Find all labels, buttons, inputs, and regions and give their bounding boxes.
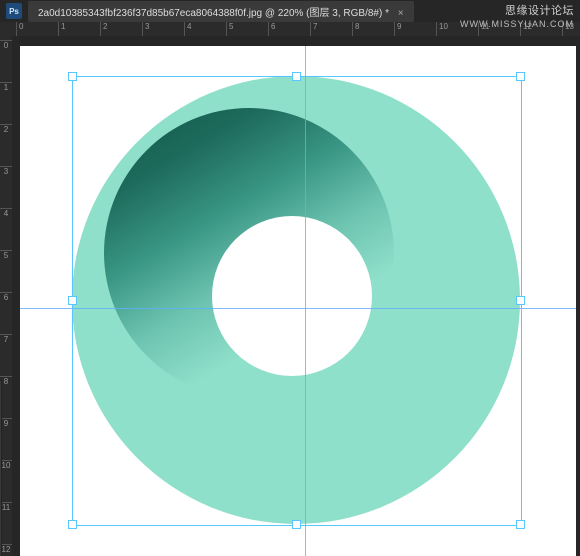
ruler-v-tick: 6 <box>0 292 12 302</box>
ruler-v-tick: 4 <box>0 208 12 218</box>
transform-handle[interactable] <box>516 72 525 81</box>
watermark-line2: WWW.MISSYUAN.COM <box>460 19 574 29</box>
ruler-v-tick: 1 <box>0 82 12 92</box>
app-root: 思缘设计论坛 WWW.MISSYUAN.COM Ps 2a0d10385343f… <box>0 0 580 556</box>
watermark: 思缘设计论坛 WWW.MISSYUAN.COM <box>460 2 574 29</box>
ruler-h-tick: 5 <box>226 22 233 36</box>
transform-handle[interactable] <box>68 296 77 305</box>
ruler-v-tick: 5 <box>0 250 12 260</box>
transform-handle[interactable] <box>516 520 525 529</box>
ruler-v-tick: 3 <box>0 166 12 176</box>
ruler-h-tick: 7 <box>310 22 317 36</box>
ruler-h-tick: 2 <box>100 22 107 36</box>
transform-handle[interactable] <box>516 296 525 305</box>
ruler-h-tick: 3 <box>142 22 149 36</box>
canvas-viewport[interactable] <box>12 36 580 556</box>
document-tab-bar: Ps 2a0d10385343fbf236f37d85b67eca8064388… <box>0 0 414 22</box>
guide-horizontal[interactable] <box>20 308 576 309</box>
ruler-v-tick: 7 <box>0 334 12 344</box>
ruler-v-tick: 0 <box>0 40 12 50</box>
ruler-h-tick: 1 <box>58 22 65 36</box>
ruler-h-tick: 4 <box>184 22 191 36</box>
document-title: 2a0d10385343fbf236f37d85b67eca8064388f0f… <box>38 8 389 19</box>
artwork-hole <box>224 228 368 372</box>
document-canvas[interactable] <box>20 46 576 556</box>
ruler-h-tick: 9 <box>394 22 401 36</box>
ruler-h-tick: 10 <box>436 22 448 36</box>
close-icon[interactable]: × <box>398 8 404 19</box>
ruler-h-tick: 0 <box>16 22 23 36</box>
panel-dock-stub <box>0 380 2 556</box>
ruler-h-tick: 8 <box>352 22 359 36</box>
ruler-v-tick: 2 <box>0 124 12 134</box>
document-tab[interactable]: 2a0d10385343fbf236f37d85b67eca8064388f0f… <box>28 1 414 22</box>
ruler-h-tick: 6 <box>268 22 275 36</box>
transform-handle[interactable] <box>68 520 77 529</box>
transform-handle[interactable] <box>292 520 301 529</box>
watermark-line1: 思缘设计论坛 <box>460 2 574 18</box>
transform-handle[interactable] <box>68 72 77 81</box>
guide-vertical[interactable] <box>305 46 306 556</box>
transform-handle[interactable] <box>292 72 301 81</box>
app-icon: Ps <box>6 3 22 19</box>
